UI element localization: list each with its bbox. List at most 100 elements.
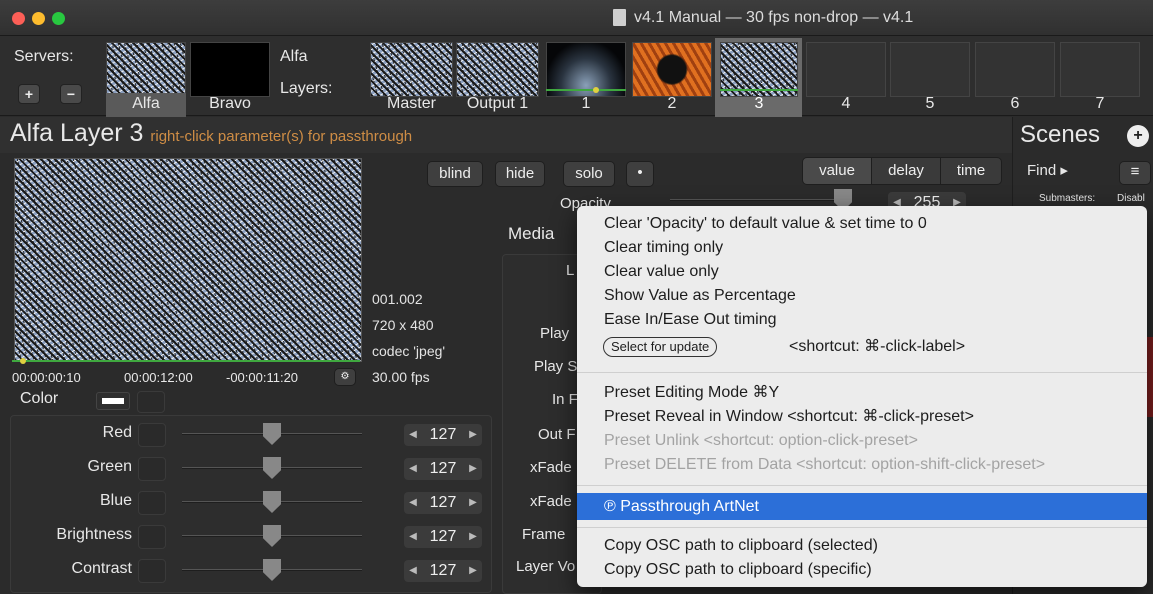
media-param-label[interactable]: xFade (530, 459, 572, 476)
solo-indicator-button[interactable]: • (626, 161, 654, 187)
blind-button[interactable]: blind (427, 161, 483, 187)
slider-stepper-red[interactable]: ◀ 127 ▶ (404, 424, 482, 446)
slider-value[interactable]: 127 (422, 424, 464, 446)
tab-time[interactable]: time (940, 157, 1002, 185)
media-param-label[interactable]: L (566, 262, 574, 279)
color-label: Color (20, 390, 59, 407)
decrement-icon[interactable]: ◀ (404, 560, 422, 582)
server-thumb-bravo[interactable] (190, 42, 270, 97)
preview-timeline[interactable] (12, 360, 360, 362)
minimize-window-button[interactable] (32, 12, 45, 25)
layer-label-1[interactable]: 1 (546, 93, 626, 115)
timecode-current: 00:00:00:10 (12, 370, 81, 385)
zoom-window-button[interactable] (52, 12, 65, 25)
filter-icon[interactable]: ≡ (1119, 161, 1151, 185)
window-title: v4.1 Manual — 30 fps non-drop — v4.1 (634, 9, 914, 26)
slider-passthrough-well[interactable] (138, 491, 166, 515)
timecode-settings-icon[interactable]: ⚙ (334, 368, 356, 386)
add-server-button[interactable]: + (18, 84, 40, 104)
slider-passthrough-well[interactable] (138, 525, 166, 549)
menu-item-ease-timing[interactable]: Ease In/Ease Out timing (604, 308, 777, 332)
layer-label-master[interactable]: Master (370, 93, 453, 115)
layer-label-7[interactable]: 7 (1060, 93, 1140, 115)
server-label-bravo[interactable]: Bravo (190, 93, 270, 115)
slider-value[interactable]: 127 (422, 526, 464, 548)
menu-item-preset-delete: Preset DELETE from Data <shortcut: optio… (604, 456, 1046, 473)
slider-stepper-blue[interactable]: ◀ 127 ▶ (404, 492, 482, 514)
media-param-label[interactable]: In F (552, 391, 578, 408)
layer-thumb-master[interactable] (370, 42, 453, 97)
decrement-icon[interactable]: ◀ (404, 526, 422, 548)
layer-label-6[interactable]: 6 (975, 93, 1055, 115)
clip-resolution: 720 x 480 (372, 317, 434, 333)
tab-value[interactable]: value (802, 157, 872, 185)
slider-passthrough-well[interactable] (138, 423, 166, 447)
layer-thumb-6[interactable] (975, 42, 1055, 97)
media-param-label[interactable]: Out F (538, 426, 576, 443)
add-scene-button[interactable]: + (1127, 125, 1149, 147)
menu-item-passthrough-artnet[interactable]: ℗ Passthrough ArtNet (604, 495, 759, 519)
layer-thumb-5[interactable] (890, 42, 970, 97)
submasters-value[interactable]: Disabl (1117, 193, 1145, 204)
increment-icon[interactable]: ▶ (464, 424, 482, 446)
layer-label-output-1[interactable]: Output 1 (456, 93, 539, 115)
slider-passthrough-well[interactable] (138, 559, 166, 583)
media-param-label[interactable]: Layer Vo (516, 558, 575, 575)
layer-thumb-2[interactable] (632, 42, 712, 97)
menu-item-copy-osc-specific[interactable]: Copy OSC path to clipboard (specific) (604, 558, 872, 582)
close-window-button[interactable] (12, 12, 25, 25)
slider-label-red: Red (102, 424, 132, 441)
solo-button[interactable]: solo (563, 161, 615, 187)
menu-item-clear-value[interactable]: Clear value only (604, 260, 719, 284)
layer-label-2[interactable]: 2 (632, 93, 712, 115)
menu-item-preset-editing[interactable]: Preset Editing Mode ⌘Y (604, 381, 779, 405)
tab-delay[interactable]: delay (871, 157, 941, 185)
slider-stepper-green[interactable]: ◀ 127 ▶ (404, 458, 482, 480)
slider-value[interactable]: 127 (422, 458, 464, 480)
color-picker-well[interactable] (137, 391, 165, 413)
menu-item-preset-reveal[interactable]: Preset Reveal in Window <shortcut: ⌘-cli… (604, 405, 974, 429)
scenes-find[interactable]: Find ▸ (1027, 161, 1068, 179)
opacity-slider-track[interactable] (670, 199, 850, 201)
layer-thumb-7[interactable] (1060, 42, 1140, 97)
server-thumb-alfa[interactable] (106, 42, 186, 97)
timeline-playhead[interactable] (20, 358, 26, 364)
menu-item-clear-timing[interactable]: Clear timing only (604, 236, 723, 260)
decrement-icon[interactable]: ◀ (404, 424, 422, 446)
media-param-label[interactable]: Play (540, 325, 569, 342)
increment-icon[interactable]: ▶ (464, 526, 482, 548)
color-swatch-well[interactable] (96, 392, 130, 410)
slider-stepper-brightness[interactable]: ◀ 127 ▶ (404, 526, 482, 548)
increment-icon[interactable]: ▶ (464, 560, 482, 582)
media-label: Media (508, 224, 555, 243)
menu-separator-1 (577, 372, 1147, 373)
menu-separator-2 (577, 485, 1147, 486)
layers-server-name: Alfa (280, 48, 308, 65)
menu-item-show-percentage[interactable]: Show Value as Percentage (604, 284, 796, 308)
media-param-label[interactable]: xFade (530, 493, 572, 510)
decrement-icon[interactable]: ◀ (404, 458, 422, 480)
server-label-alfa[interactable]: Alfa (106, 93, 186, 115)
slider-passthrough-well[interactable] (138, 457, 166, 481)
slider-label-contrast: Contrast (71, 560, 132, 577)
slider-value[interactable]: 127 (422, 492, 464, 514)
media-param-label[interactable]: Frame (522, 526, 565, 543)
media-param-label[interactable]: Play S (534, 358, 577, 375)
menu-item-copy-osc-selected[interactable]: Copy OSC path to clipboard (selected) (604, 534, 878, 558)
layer-title: Alfa Layer 3 right-click parameter(s) fo… (10, 119, 412, 148)
layer-label-4[interactable]: 4 (806, 93, 886, 115)
hide-button[interactable]: hide (495, 161, 545, 187)
decrement-icon[interactable]: ◀ (404, 492, 422, 514)
layer-thumb-output-1[interactable] (456, 42, 539, 97)
slider-stepper-contrast[interactable]: ◀ 127 ▶ (404, 560, 482, 582)
slider-value[interactable]: 127 (422, 560, 464, 582)
increment-icon[interactable]: ▶ (464, 458, 482, 480)
select-for-update-button[interactable]: Select for update (603, 337, 718, 357)
timecode-remaining: -00:00:11:20 (226, 370, 299, 385)
layer-label-3[interactable]: 3 (720, 93, 798, 115)
remove-server-button[interactable]: − (60, 84, 82, 104)
layer-thumb-4[interactable] (806, 42, 886, 97)
menu-item-clear-opacity[interactable]: Clear 'Opacity' to default value & set t… (604, 212, 927, 236)
increment-icon[interactable]: ▶ (464, 492, 482, 514)
layer-label-5[interactable]: 5 (890, 93, 970, 115)
